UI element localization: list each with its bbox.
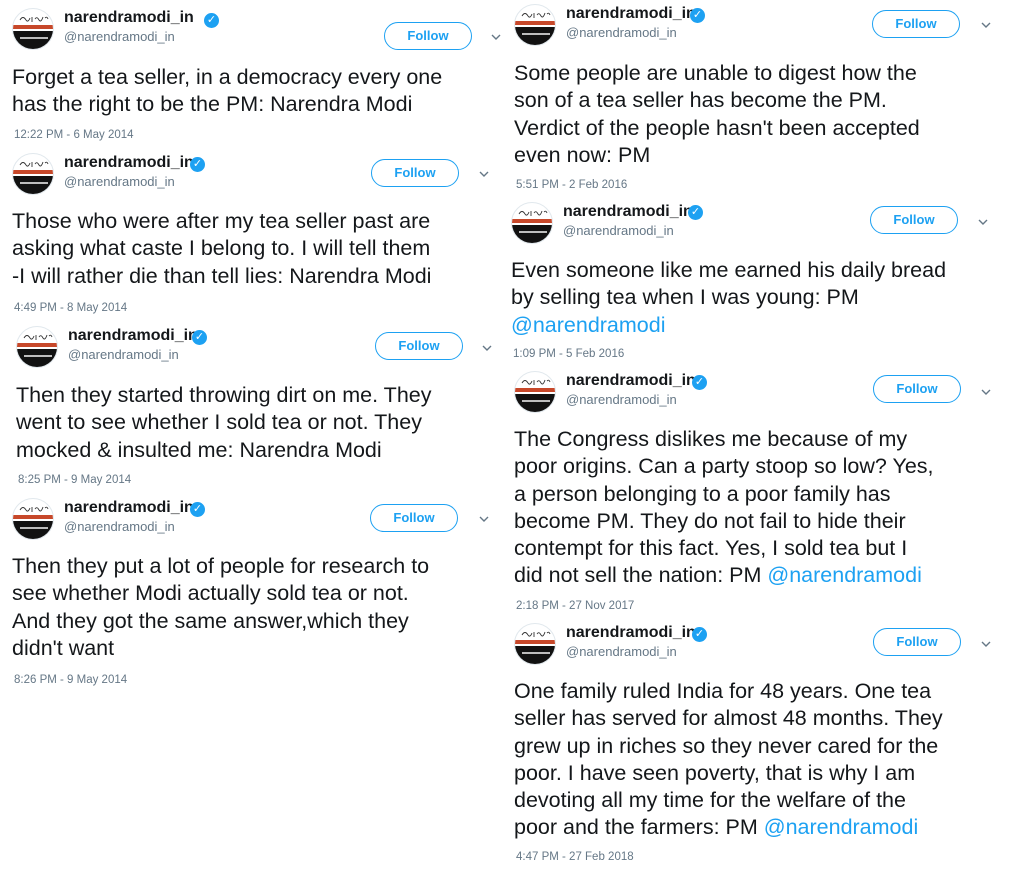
tweet-card: The Congress dislikes me because of my po… — [514, 371, 994, 618]
avatar[interactable] — [514, 371, 556, 413]
follow-button[interactable]: Follow — [384, 22, 472, 50]
follow-button[interactable]: Follow — [872, 10, 960, 38]
avatar-band — [13, 170, 53, 174]
signature-logo-icon — [23, 334, 53, 340]
avatar[interactable] — [12, 153, 54, 195]
account-handle[interactable]: @narendramodi_in — [566, 644, 677, 659]
signature-logo-icon — [19, 161, 49, 167]
tweet-card: Even someone like me earned his daily br… — [511, 202, 991, 367]
signature-logo-icon — [518, 210, 548, 216]
avatar-band — [515, 640, 555, 644]
mention-link[interactable]: @narendramodi — [764, 815, 919, 839]
avatar[interactable] — [514, 4, 556, 46]
account-name[interactable]: narendramodi_in — [563, 202, 693, 222]
avatar-stripe — [13, 31, 53, 49]
tweet-timestamp[interactable]: 5:51 PM - 2 Feb 2016 — [516, 179, 627, 191]
tweet-timestamp[interactable]: 1:09 PM - 5 Feb 2016 — [513, 348, 624, 360]
follow-button[interactable]: Follow — [873, 375, 961, 403]
follow-button[interactable]: Follow — [375, 332, 463, 360]
account-handle[interactable]: @narendramodi_in — [563, 223, 674, 238]
chevron-down-icon[interactable] — [980, 19, 992, 31]
verified-badge-icon: ✓ — [190, 502, 205, 517]
chevron-down-icon[interactable] — [481, 342, 493, 354]
tweet-timestamp[interactable]: 8:25 PM - 9 May 2014 — [18, 474, 131, 486]
tweet-timestamp[interactable]: 12:22 PM - 6 May 2014 — [14, 129, 134, 141]
avatar-stripe — [17, 349, 57, 367]
mention-link[interactable]: @narendramodi — [767, 563, 922, 587]
avatar-band — [13, 25, 53, 29]
avatar-stripe — [512, 225, 552, 243]
signature-logo-icon — [521, 12, 551, 18]
tweet-text: Some people are unable to digest how the… — [514, 61, 920, 167]
avatar[interactable] — [514, 623, 556, 665]
account-handle[interactable]: @narendramodi_in — [64, 29, 175, 44]
follow-button[interactable]: Follow — [371, 159, 459, 187]
tweet-timestamp[interactable]: 4:49 PM - 8 May 2014 — [14, 302, 127, 314]
verified-badge-icon: ✓ — [690, 8, 705, 23]
follow-button[interactable]: Follow — [873, 628, 961, 656]
signature-logo-icon — [19, 506, 49, 512]
tweet-card: Some people are unable to digest how the… — [514, 4, 994, 196]
chevron-down-icon[interactable] — [980, 386, 992, 398]
signature-logo-icon — [521, 631, 551, 637]
chevron-down-icon[interactable] — [478, 168, 490, 180]
tweet-text: Then they started throwing dirt on me. T… — [16, 383, 432, 462]
avatar[interactable] — [12, 498, 54, 540]
account-name[interactable]: narendramodi_in — [64, 153, 194, 173]
tweet-card: Then they started throwing dirt on me. T… — [16, 326, 496, 491]
tweet-card: One family ruled India for 48 years. One… — [514, 623, 994, 873]
avatar[interactable] — [12, 8, 54, 50]
follow-button[interactable]: Follow — [370, 504, 458, 532]
verified-badge-icon: ✓ — [688, 205, 703, 220]
avatar[interactable] — [16, 326, 58, 368]
account-name[interactable]: narendramodi_in — [566, 4, 696, 24]
account-name[interactable]: narendramodi_in — [566, 623, 696, 643]
avatar-band — [515, 388, 555, 392]
account-handle[interactable]: @narendramodi_in — [68, 347, 179, 362]
tweet-text: Then they put a lot of people for resear… — [12, 554, 430, 660]
avatar-band — [13, 515, 53, 519]
account-handle[interactable]: @narendramodi_in — [566, 25, 677, 40]
avatar-stripe — [13, 176, 53, 194]
signature-logo-icon — [521, 379, 551, 385]
tweet-timestamp[interactable]: 8:26 PM - 9 May 2014 — [14, 674, 127, 686]
avatar-band — [515, 21, 555, 25]
tweet-timestamp[interactable]: 4:47 PM - 27 Feb 2018 — [516, 851, 634, 863]
avatar-band — [17, 343, 57, 347]
tweet-text: Those who were after my tea seller past … — [12, 209, 432, 288]
chevron-down-icon[interactable] — [478, 513, 490, 525]
verified-badge-icon: ✓ — [204, 13, 219, 28]
account-name[interactable]: narendramodi_in — [64, 498, 194, 518]
verified-badge-icon: ✓ — [692, 375, 707, 390]
chevron-down-icon[interactable] — [977, 216, 989, 228]
follow-button[interactable]: Follow — [870, 206, 958, 234]
tweet-text: Forget a tea seller, in a democracy ever… — [12, 65, 443, 117]
tweet-text: Even someone like me earned his daily br… — [511, 257, 946, 339]
chevron-down-icon[interactable] — [980, 638, 992, 650]
avatar-stripe — [515, 394, 555, 412]
verified-badge-icon: ✓ — [692, 627, 707, 642]
verified-badge-icon: ✓ — [190, 157, 205, 172]
signature-logo-icon — [19, 16, 49, 22]
verified-badge-icon: ✓ — [192, 330, 207, 345]
account-name[interactable]: narendramodi_in — [64, 8, 194, 28]
avatar-stripe — [515, 27, 555, 45]
account-handle[interactable]: @narendramodi_in — [566, 392, 677, 407]
tweet-text: The Congress dislikes me because of my po… — [514, 427, 934, 588]
avatar-band — [512, 219, 552, 223]
account-handle[interactable]: @narendramodi_in — [64, 174, 175, 189]
chevron-down-icon[interactable] — [490, 31, 502, 43]
account-name[interactable]: narendramodi_in — [68, 326, 198, 346]
avatar[interactable] — [511, 202, 553, 244]
account-name[interactable]: narendramodi_in — [566, 371, 696, 391]
tweet-text: One family ruled India for 48 years. One… — [514, 679, 943, 840]
tweet-card: Those who were after my tea seller past … — [12, 153, 492, 318]
tweet-timestamp[interactable]: 2:18 PM - 27 Nov 2017 — [516, 600, 634, 612]
tweet-card: Then they put a lot of people for resear… — [12, 498, 492, 693]
mention-link[interactable]: @narendramodi — [511, 312, 946, 339]
account-handle[interactable]: @narendramodi_in — [64, 519, 175, 534]
avatar-stripe — [13, 521, 53, 539]
tweet-card: Forget a tea seller, in a democracy ever… — [12, 8, 501, 148]
avatar-stripe — [515, 646, 555, 664]
